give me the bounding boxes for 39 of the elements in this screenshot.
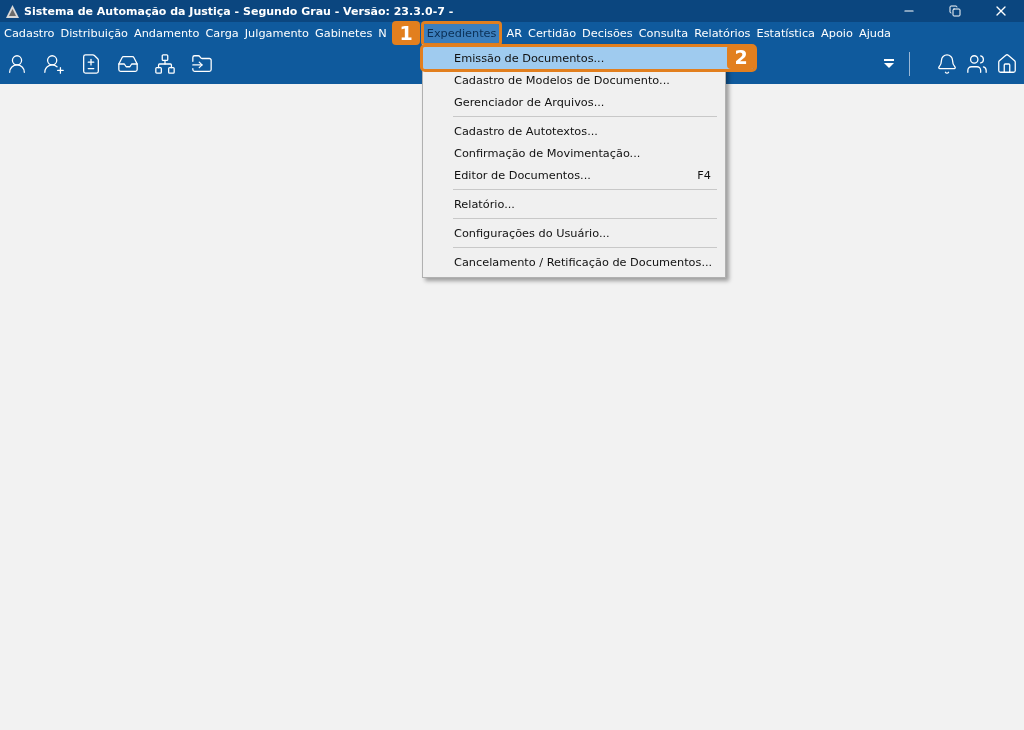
menu-item[interactable]: Distribuição <box>57 23 131 43</box>
menu-item[interactable]: Certidão <box>525 23 580 43</box>
dropdown-item[interactable]: Cadastro de Autotextos... <box>423 120 725 142</box>
menu-item[interactable]: Gabinetes <box>311 23 376 43</box>
menu-item[interactable]: Consulta <box>635 23 692 43</box>
menu-item[interactable]: Cadastro <box>1 23 58 43</box>
user-icon[interactable] <box>6 53 28 75</box>
window-title: Sistema de Automação da Justiça - Segundo Grau - Versão: 23.3.0-7 - <box>24 4 454 18</box>
menu-item[interactable]: Apoio <box>818 23 856 43</box>
shortcut-label: F4 <box>697 168 712 182</box>
file-icon[interactable] <box>80 53 102 75</box>
dropdown-item[interactable]: Editor de Documentos... F4 <box>423 164 725 186</box>
users-icon[interactable] <box>966 53 988 75</box>
menu-item[interactable]: Estatística <box>753 23 819 43</box>
menu-item[interactable]: Relatórios <box>691 23 754 43</box>
menu-item[interactable]: Andamento <box>131 23 203 43</box>
dropdown-item[interactable]: Configurações do Usuário... <box>423 222 725 244</box>
menu-item[interactable]: N <box>375 23 390 43</box>
menu-item[interactable]: Decisões <box>579 23 636 43</box>
restore-icon[interactable] <box>949 5 961 17</box>
menu-item[interactable]: AR <box>503 23 525 43</box>
bell-icon[interactable] <box>936 53 958 75</box>
user-plus-icon[interactable] <box>43 53 65 75</box>
menu-item[interactable]: Julgamento <box>241 23 312 43</box>
dropdown-item[interactable]: Gerenciador de Arquivos... <box>423 91 725 113</box>
step-badge: 1 <box>392 21 420 45</box>
step-badge: 2 <box>727 45 755 69</box>
menu-item[interactable]: Ajuda <box>855 23 895 43</box>
caret-icon[interactable] <box>883 59 895 69</box>
dropdown-item[interactable]: Relatório... <box>423 193 725 215</box>
folder-icon[interactable] <box>191 53 213 75</box>
app-logo-icon <box>6 4 19 18</box>
dropdown-item[interactable]: Cancelamento / Retificação de Documentos... <box>423 251 725 273</box>
tray-icon[interactable] <box>117 53 139 75</box>
home-icon[interactable] <box>996 53 1018 75</box>
dropdown-item[interactable]: Cadastro de Modelos de Documento... <box>423 69 725 91</box>
hierarchy-icon[interactable] <box>154 53 176 75</box>
dropdown-item[interactable]: Confirmação de Movimentação... <box>423 142 725 164</box>
menu-item[interactable]: Carga <box>202 23 242 43</box>
